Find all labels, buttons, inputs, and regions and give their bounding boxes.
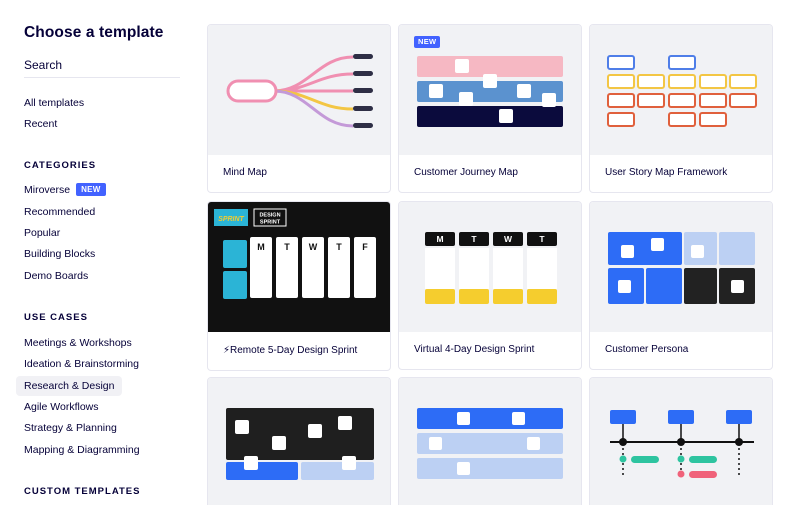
new-badge: NEW	[414, 36, 441, 48]
use-case-agile-workflows[interactable]: Agile Workflows	[16, 397, 107, 417]
day-label: M	[436, 234, 443, 244]
design-sprint-tag-line1: DESIGN	[259, 213, 280, 219]
sidebar: Choose a template Search All templates R…	[0, 0, 200, 505]
day-label: W	[309, 242, 318, 252]
template-card-remote-design-sprint[interactable]: SPRINT DESIGN SPRINT M T W T F ⚡Remote 5…	[207, 201, 391, 371]
template-name: Virtual 4-Day Design Sprint	[414, 344, 535, 355]
template-name: Customer Journey Map	[414, 167, 518, 178]
new-badge: NEW	[76, 183, 106, 196]
section-custom-templates: CUSTOM TEMPLATES	[24, 486, 141, 497]
design-sprint-tag-line2: SPRINT	[260, 220, 281, 226]
category-demo-boards[interactable]: Demo Boards	[16, 266, 96, 286]
category-popular[interactable]: Popular	[16, 223, 68, 243]
use-case-ideation-brainstorming[interactable]: Ideation & Brainstorming	[16, 354, 147, 374]
use-case-meetings-workshops[interactable]: Meetings & Workshops	[16, 333, 140, 353]
day-label: F	[362, 242, 368, 252]
template-card-customer-journey-map[interactable]: NEW Customer Journey Map	[398, 24, 582, 193]
section-use-cases: USE CASES	[24, 312, 88, 323]
template-name: ⚡Remote 5-Day Design Sprint	[223, 345, 358, 356]
template-card-virtual-design-sprint[interactable]: M T W T Virtual 4-Day Design Sprint	[398, 201, 582, 370]
customer-persona-thumbnail	[590, 202, 772, 332]
template-card-roadmap[interactable]	[398, 377, 582, 505]
category-recommended[interactable]: Recommended	[16, 202, 103, 222]
category-miroverse[interactable]: Miroverse NEW	[16, 180, 114, 200]
nav-all-templates[interactable]: All templates	[16, 93, 92, 113]
use-case-mapping-diagramming[interactable]: Mapping & Diagramming	[16, 440, 148, 460]
category-building-blocks[interactable]: Building Blocks	[16, 244, 103, 264]
day-label: T	[336, 242, 342, 252]
user-story-map-thumbnail	[590, 25, 772, 155]
template-card-user-story-map-framework[interactable]: User Story Map Framework	[589, 24, 773, 193]
use-case-research-design[interactable]: Research & Design	[16, 376, 123, 396]
sprint-logo-text: SPRINT	[218, 216, 244, 223]
day-label: T	[471, 234, 477, 244]
template-card-timeline[interactable]	[589, 377, 773, 505]
customer-journey-map-thumbnail: NEW	[399, 25, 581, 155]
kanban-thumbnail	[208, 378, 390, 505]
nav-recent[interactable]: Recent	[16, 114, 65, 134]
design-sprint-thumbnail: SPRINT DESIGN SPRINT M T W T F	[208, 202, 390, 332]
day-label: T	[284, 242, 290, 252]
day-label: T	[539, 234, 545, 244]
template-name: Mind Map	[223, 167, 267, 178]
use-case-strategy-planning[interactable]: Strategy & Planning	[16, 418, 125, 438]
search-input[interactable]: Search	[24, 58, 180, 78]
page-title: Choose a template	[24, 24, 164, 41]
template-card-customer-persona[interactable]: Customer Persona	[589, 201, 773, 370]
template-card-mind-map[interactable]: Mind Map	[207, 24, 391, 193]
roadmap-thumbnail	[399, 378, 581, 505]
timeline-thumbnail	[590, 378, 772, 505]
template-name: User Story Map Framework	[605, 167, 728, 178]
mind-map-thumbnail	[208, 25, 390, 155]
template-name: Customer Persona	[605, 344, 689, 355]
day-label: W	[504, 234, 513, 244]
template-card-kanban[interactable]	[207, 377, 391, 505]
virtual-design-sprint-thumbnail: M T W T	[399, 202, 581, 332]
category-miroverse-label: Miroverse	[24, 184, 71, 196]
section-categories: CATEGORIES	[24, 160, 97, 171]
day-label: M	[257, 242, 265, 252]
